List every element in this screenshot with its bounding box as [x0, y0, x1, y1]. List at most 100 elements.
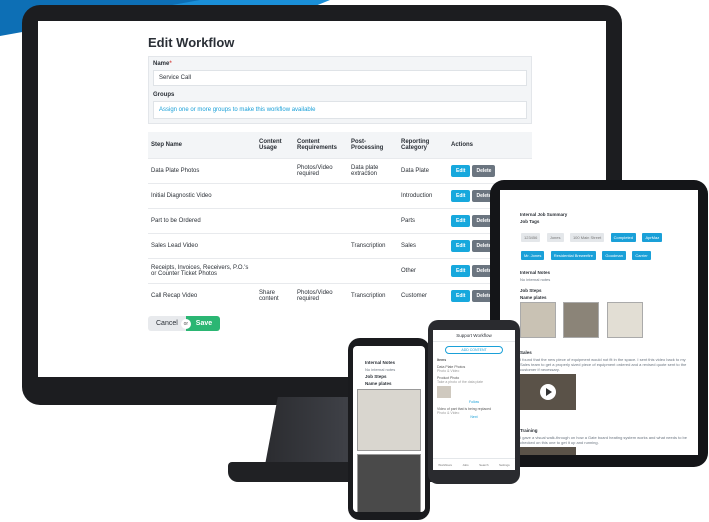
content-requirements [294, 182, 348, 208]
next-link[interactable]: Next [437, 415, 511, 419]
content-requirements: Photos/Video required [294, 282, 348, 308]
name-plates-label: Name plates [365, 381, 392, 386]
step-name: Call Recap Video [148, 282, 256, 308]
tag-chip[interactable]: 123456 [521, 233, 541, 242]
edit-button[interactable]: Edit [451, 189, 471, 202]
tablet-device: Internal Job Summary Job Tags 123456 Jon… [490, 180, 708, 467]
photo-thumbnail[interactable] [357, 454, 421, 512]
tag-chip[interactable]: Goodman [602, 251, 626, 260]
phone-left-content: Internal Notes No internal notes Job Ste… [353, 346, 425, 386]
sales-video[interactable] [520, 374, 576, 410]
reporting-category: Sales [398, 232, 448, 258]
tag-chip[interactable]: Carrier [632, 251, 651, 260]
reporting-category: Parts [398, 207, 448, 233]
post-processing [348, 207, 398, 233]
phone-device-left: Internal Notes No internal notes Job Ste… [348, 338, 430, 520]
job-steps-label: Job Steps [365, 374, 387, 379]
job-tags: 123456 Jones 100 Main Street Completed A… [520, 226, 688, 262]
content-requirements [294, 257, 348, 283]
tag-chip[interactable]: Completed [610, 233, 636, 242]
edit-button[interactable]: Edit [451, 289, 471, 302]
name-plate-photos [520, 302, 688, 338]
photo-thumbnail[interactable] [563, 302, 600, 338]
step-name: Sales Lead Video [148, 232, 256, 258]
follow-link[interactable]: Follow [437, 400, 511, 404]
tag-chip[interactable]: 100 Main Street [569, 233, 605, 242]
col-step-name: Step Name [148, 132, 256, 158]
step-name: Receipts, Invoices, Receivers, P.O.'s or… [148, 257, 256, 283]
content-usage [256, 182, 294, 208]
tag-chip[interactable]: Residential Brewerfire [550, 251, 596, 260]
edit-button[interactable]: Edit [451, 214, 471, 227]
items-label: Items [437, 358, 447, 362]
nav-jobs[interactable]: Jobs [462, 463, 468, 467]
add-content-button[interactable]: ADD CONTENT [445, 346, 503, 354]
post-processing: Data plate extraction [348, 157, 398, 183]
content-requirements: Photos/Video required [294, 157, 348, 183]
content-usage [256, 207, 294, 233]
edit-button[interactable]: Edit [451, 264, 471, 277]
or-separator: or [180, 318, 191, 329]
col-content-requirements: Content Requirements [294, 132, 348, 158]
training-label: Training [520, 428, 538, 433]
tablet-screen: Internal Job Summary Job Tags 123456 Jon… [500, 190, 698, 455]
save-button[interactable]: Save [185, 316, 221, 331]
table-row: Data Plate Photos Photos/Video required … [148, 157, 532, 183]
internal-notes-value: No internal notes [520, 277, 551, 282]
internal-notes-value: No internal notes [365, 367, 396, 372]
name-groups-panel: Name* Service Call Groups Assign one or … [148, 56, 532, 124]
table-row: Call Recap Video Share content Photos/Vi… [148, 282, 532, 308]
internal-notes-label: Internal Notes [365, 360, 396, 365]
reporting-category: Data Plate [398, 157, 448, 183]
bottom-nav: Workflows Jobs Search Settings [433, 458, 515, 470]
content-usage [256, 157, 294, 183]
play-icon[interactable] [540, 384, 556, 400]
content-requirements [294, 232, 348, 258]
app-header: Support Workflow [433, 330, 515, 342]
col-post-processing: Post-Processing [348, 132, 398, 158]
item-subtitle: Take a photo of the data plate [437, 380, 484, 384]
summary-title: Internal Job Summary [520, 212, 568, 217]
phone-device-right: Support Workflow ADD CONTENT Items Data … [428, 320, 520, 484]
tag-chip[interactable]: Mr. Jones [521, 251, 545, 260]
content-usage: Share content [256, 282, 294, 308]
table-header-row: Step Name Content Usage Content Requirem… [148, 132, 532, 158]
photo-thumbnail[interactable] [357, 389, 421, 451]
training-video[interactable] [520, 447, 576, 455]
step-name: Data Plate Photos [148, 157, 256, 183]
photo-thumbnail[interactable] [437, 386, 451, 398]
item-subtitle: Photo & Video [437, 369, 460, 373]
content-usage [256, 257, 294, 283]
reporting-category: Other [398, 257, 448, 283]
groups-input[interactable]: Assign one or more groups to make this w… [153, 101, 527, 119]
phone-left-screen: Internal Notes No internal notes Job Ste… [353, 346, 425, 512]
nav-search[interactable]: Search [479, 463, 489, 467]
sales-text: I found that the new piece of equipment … [520, 357, 687, 372]
tag-chip[interactable]: Jones [546, 233, 564, 242]
table-row: Initial Diagnostic Video Introduction Ed… [148, 182, 532, 208]
name-label: Name* [153, 61, 172, 67]
workflow-items: Items Data Plate Photos Photo & Video Pr… [433, 358, 515, 419]
post-processing: Transcription [348, 282, 398, 308]
table-row: Sales Lead Video Transcription Sales Edi… [148, 232, 532, 258]
post-processing: Transcription [348, 232, 398, 258]
delete-button[interactable]: Delete [472, 164, 496, 177]
training-text: I gave a visual walk-through on how a Ga… [520, 435, 687, 445]
phone-right-screen: Support Workflow ADD CONTENT Items Data … [433, 330, 515, 470]
nav-workflows[interactable]: Workflows [438, 463, 452, 467]
step-name: Initial Diagnostic Video [148, 182, 256, 208]
name-input[interactable]: Service Call [153, 70, 527, 86]
reporting-category: Customer [398, 282, 448, 308]
tag-chip[interactable]: AprMaz [642, 233, 663, 242]
edit-button[interactable]: Edit [451, 239, 471, 252]
job-steps-label: Job Steps [520, 288, 542, 293]
internal-notes-label: Internal Notes [520, 270, 551, 275]
steps-table: Step Name Content Usage Content Requirem… [148, 132, 532, 308]
photo-thumbnail[interactable] [606, 302, 643, 338]
col-reporting-category: Reporting Category [398, 132, 448, 158]
content-usage [256, 232, 294, 258]
photo-thumbnail[interactable] [520, 302, 556, 338]
edit-button[interactable]: Edit [451, 164, 471, 177]
nav-settings[interactable]: Settings [499, 463, 510, 467]
post-processing [348, 182, 398, 208]
